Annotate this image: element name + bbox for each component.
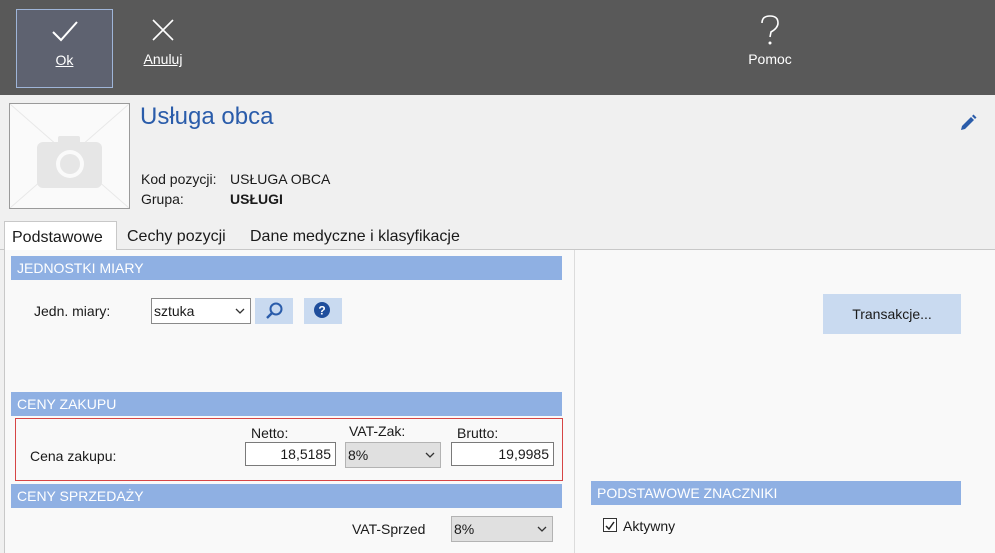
info-button[interactable]: ? bbox=[304, 298, 342, 324]
check-icon bbox=[605, 521, 615, 531]
section-podstawowe-znaczniki: PODSTAWOWE ZNACZNIKI bbox=[591, 481, 961, 505]
question-mark-icon bbox=[761, 15, 779, 45]
kod-pozycji-label-text: Kod pozycji: bbox=[141, 171, 217, 187]
section-ceny-zakupu: CENY ZAKUPU bbox=[11, 392, 562, 416]
tab-podstawowe[interactable]: Podstawowe bbox=[4, 221, 117, 251]
aktywny-checkbox[interactable] bbox=[603, 518, 617, 532]
chevron-down-icon bbox=[537, 526, 547, 532]
tab-strip: Podstawowe Cechy pozycji Dane medyczne i… bbox=[0, 221, 995, 251]
jedn-miary-select[interactable]: sztuka bbox=[151, 298, 251, 324]
toolbar: Ok Anuluj Pomoc bbox=[0, 0, 995, 95]
item-title: Usługa obca bbox=[140, 103, 274, 130]
brutto-input[interactable]: 19,9985 bbox=[451, 442, 554, 466]
item-header: Usługa obca Kod pozycji: USŁUGA OBCA Gru… bbox=[0, 95, 995, 215]
help-circle-icon: ? bbox=[314, 302, 330, 318]
help-button[interactable]: Pomoc bbox=[730, 9, 810, 88]
vat-zak-select[interactable]: 8% bbox=[345, 442, 441, 468]
ok-label: Ok bbox=[55, 52, 74, 68]
camera-icon bbox=[9, 103, 130, 209]
tab-dane-medyczne[interactable]: Dane medyczne i klasyfikacje bbox=[250, 221, 480, 251]
vat-sprzed-label: VAT-Sprzed bbox=[352, 521, 426, 537]
svg-text:?: ? bbox=[318, 304, 325, 318]
cancel-button[interactable]: Anuluj bbox=[124, 9, 202, 88]
vat-sprzed-select[interactable]: 8% bbox=[451, 516, 553, 542]
section-ceny-sprzedazy: CENY SPRZEDAŻY bbox=[11, 484, 562, 508]
checkmark-icon bbox=[52, 21, 78, 42]
vat-sprzed-value: 8% bbox=[454, 521, 475, 537]
jedn-miary-value: sztuka bbox=[154, 303, 195, 319]
search-button[interactable] bbox=[255, 298, 293, 324]
grupa-label: Grupa: bbox=[141, 191, 184, 207]
tab-cechy-pozycji[interactable]: Cechy pozycji bbox=[127, 221, 239, 251]
chevron-down-icon bbox=[425, 452, 435, 458]
vat-zak-value: 8% bbox=[348, 447, 369, 463]
grupa-value: USŁUGI bbox=[230, 191, 283, 207]
search-icon bbox=[266, 302, 283, 319]
transakcje-button[interactable]: Transakcje... bbox=[823, 294, 961, 334]
brutto-label: Brutto: bbox=[457, 425, 499, 441]
column-divider bbox=[574, 250, 575, 553]
kod-pozycji-label: Kod pozycji: bbox=[141, 171, 216, 187]
kod-pozycji-value: USŁUGA OBCA bbox=[230, 171, 331, 187]
vat-zak-label: VAT-Zak: bbox=[349, 423, 406, 439]
cena-zakupu-label: Cena zakupu: bbox=[30, 448, 117, 464]
netto-input[interactable]: 18,5185 bbox=[245, 442, 336, 466]
help-label: Pomoc bbox=[748, 51, 792, 67]
ok-button[interactable]: Ok bbox=[16, 9, 113, 88]
close-icon bbox=[152, 19, 174, 41]
chevron-down-icon bbox=[235, 308, 245, 314]
section-jednostki-miary: JEDNOSTKI MIARY bbox=[11, 256, 562, 280]
cancel-label: Anuluj bbox=[143, 51, 183, 67]
jedn-miary-label: Jedn. miary: bbox=[34, 303, 111, 319]
netto-label: Netto: bbox=[251, 425, 289, 441]
aktywny-label: Aktywny bbox=[623, 518, 676, 534]
pencil-icon[interactable] bbox=[958, 113, 978, 133]
item-photo-placeholder[interactable] bbox=[9, 103, 130, 209]
